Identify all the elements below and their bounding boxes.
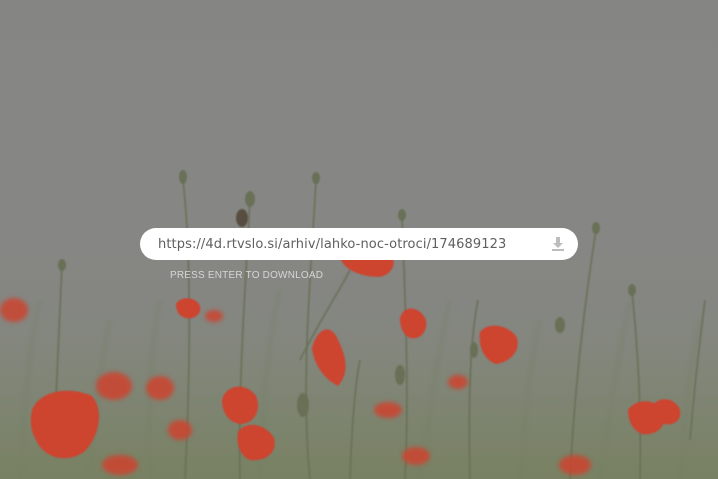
url-input[interactable] xyxy=(158,228,528,260)
url-bar[interactable] xyxy=(140,228,578,260)
download-icon[interactable] xyxy=(550,236,566,252)
download-hint: PRESS ENTER TO DOWNLOAD xyxy=(170,270,324,281)
